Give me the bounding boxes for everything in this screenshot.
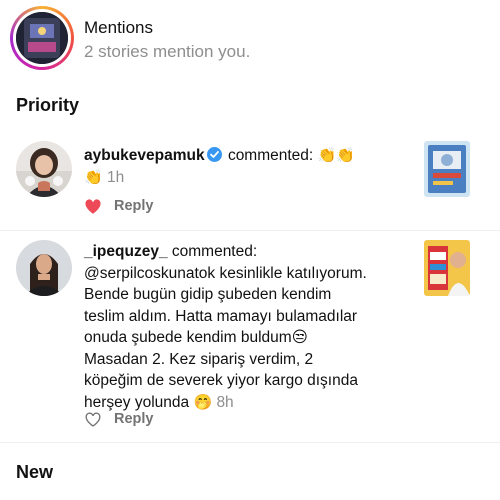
story-ring[interactable] bbox=[10, 6, 74, 70]
heart-liked-icon[interactable] bbox=[84, 198, 102, 216]
avatar[interactable] bbox=[16, 141, 72, 197]
comment-body-line: Masadan 2. Kez sipariş verdim, 2 bbox=[84, 350, 314, 368]
section-heading-priority: Priority bbox=[16, 95, 80, 115]
comment-time: 8h bbox=[216, 393, 234, 411]
post-thumbnail[interactable] bbox=[424, 141, 470, 197]
comment-body-line: Bende bugün gidip şubeden kendim bbox=[84, 286, 332, 303]
mentions-title: Mentions bbox=[84, 18, 153, 37]
avatar[interactable] bbox=[16, 240, 72, 296]
face-emoji: 🤭 bbox=[193, 393, 213, 411]
divider bbox=[0, 230, 500, 231]
comment-body-line: köpeğim de severek yiyor kargo dışında bbox=[84, 372, 358, 389]
verified-badge-icon bbox=[206, 147, 222, 162]
comment-actions: Reply bbox=[84, 410, 204, 430]
comment-actions: Reply bbox=[84, 197, 204, 217]
clap-emoji: 👏👏 bbox=[317, 147, 355, 164]
comment-body-line: herşey yolunda bbox=[84, 393, 190, 411]
comment-username[interactable]: _ipequzey_ bbox=[84, 243, 168, 260]
clap-emoji: 👏 bbox=[84, 168, 103, 186]
reply-button[interactable]: Reply bbox=[114, 411, 154, 427]
comment-time: 1h bbox=[107, 168, 125, 186]
reply-button[interactable]: Reply bbox=[114, 198, 154, 214]
comment-username[interactable]: aybukevepamuk bbox=[84, 147, 205, 164]
divider bbox=[0, 442, 500, 443]
comment-body-line: @serpilcoskunatok kesinlikle katılıyorum… bbox=[84, 264, 367, 282]
mentions-subtitle: 2 stories mention you. bbox=[84, 42, 251, 61]
story-thumbnail bbox=[16, 12, 68, 64]
comment-body-line: teslim aldım. Hatta mamayı bulamadılar bbox=[84, 307, 358, 325]
comment-action: commented: bbox=[227, 147, 314, 164]
mentions-row[interactable]: Mentions 2 stories mention you. bbox=[10, 6, 490, 72]
heart-outline-icon[interactable] bbox=[84, 411, 102, 429]
comment-text: aybukevepamuk commented: 👏👏 👏 1h bbox=[84, 145, 414, 188]
post-thumbnail[interactable] bbox=[424, 240, 470, 296]
section-heading-new: New bbox=[16, 462, 54, 482]
comment-body-line: onuda şubede kendim buldum😒 bbox=[84, 329, 308, 346]
comment-text: _ipequzey_ commented: @serpilcoskunatok … bbox=[84, 241, 414, 413]
comment-action: commented: bbox=[171, 243, 258, 260]
